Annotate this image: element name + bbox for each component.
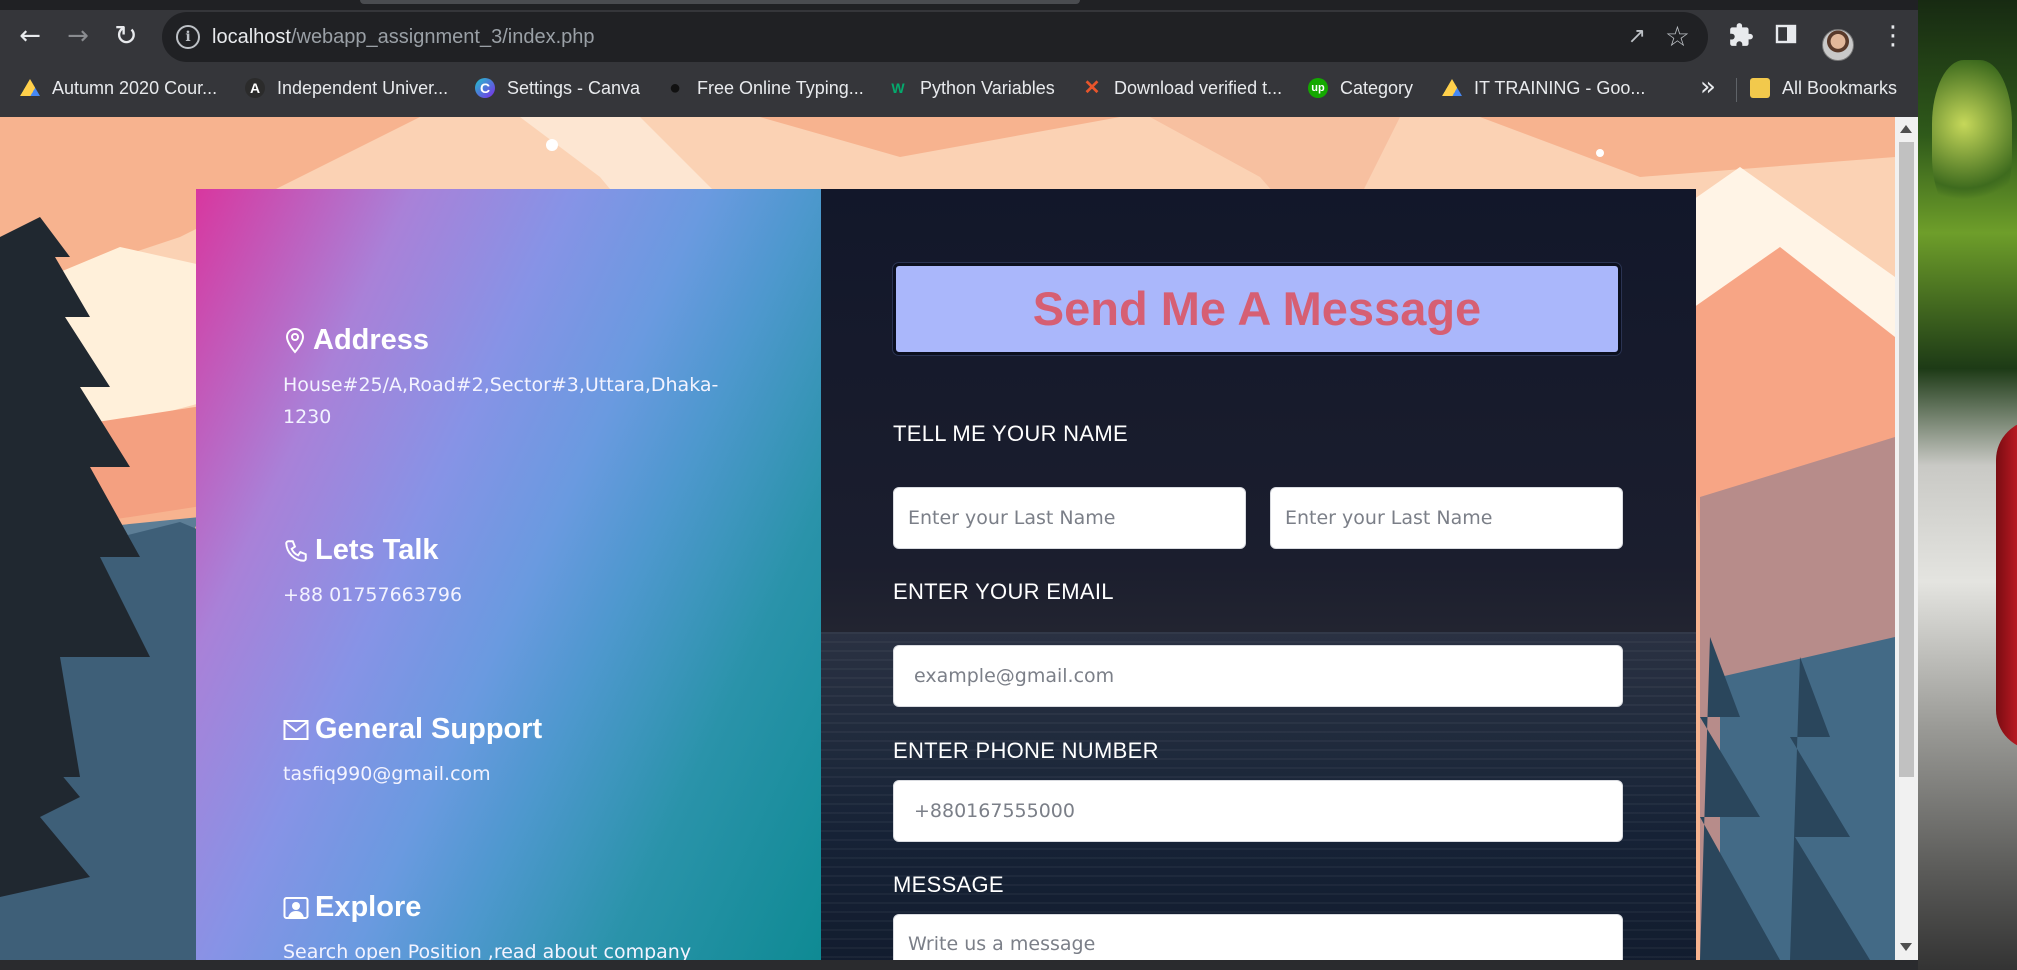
bookmark-item[interactable]: C Settings - Canva [475, 68, 640, 108]
canva-icon: C [475, 78, 495, 98]
message-textarea[interactable]: Write us a message [893, 914, 1623, 960]
menu-kebab-icon[interactable]: ⋮ [1880, 22, 1906, 50]
bookmarks-bar: Autumn 2020 Cour... A Independent Univer… [0, 68, 1918, 108]
paw-icon: ● [665, 78, 685, 98]
bookmark-label: IT TRAINING - Goo... [1474, 77, 1646, 98]
browser-toolbar: ← → ↻ i localhost/webapp_assignment_3/in… [0, 10, 1918, 62]
bookmark-label: Autumn 2020 Cour... [52, 77, 218, 98]
email-input[interactable]: example@gmail.com [893, 645, 1623, 707]
profile-avatar[interactable] [1822, 29, 1854, 61]
bookmark-item[interactable]: ✕ Download verified t... [1082, 68, 1282, 108]
person-card-icon [283, 896, 309, 919]
share-icon[interactable]: ↗ [1628, 24, 1646, 49]
talk-title: Lets Talk [315, 534, 439, 566]
bookmark-item[interactable]: A Independent Univer... [245, 68, 448, 108]
support-block: General Support tasfiq990@gmail.com [283, 713, 723, 790]
bookmark-item[interactable]: IT TRAINING - Goo... [1442, 68, 1645, 108]
first-name-input[interactable]: Enter your Last Name [893, 487, 1246, 549]
folder-icon [1750, 78, 1770, 98]
reload-icon[interactable]: ↻ [106, 16, 146, 56]
forward-arrow-icon[interactable]: → [58, 16, 98, 56]
scroll-up-arrow-icon[interactable] [1900, 125, 1912, 133]
w3schools-icon: W [891, 80, 905, 96]
active-tab-edge [360, 0, 1080, 4]
explore-text: Search open Position ,read about company [283, 941, 692, 960]
bookmark-label: Download verified t... [1114, 77, 1283, 98]
address-block: Address House#25/A,Road#2,Sector#3,Uttar… [283, 324, 723, 433]
scrollbar-thumb[interactable] [1899, 142, 1914, 777]
phone-input[interactable]: +880167555000 [893, 780, 1623, 842]
url-path: /webapp_assignment_3/index.php [290, 26, 595, 48]
taskbar-edge [0, 960, 2017, 970]
browser-chrome: ← → ↻ i localhost/webapp_assignment_3/in… [0, 0, 1918, 117]
explore-heading: Explore [283, 891, 803, 924]
form-panel-top [821, 189, 1696, 632]
side-panel-icon[interactable] [1774, 22, 1798, 52]
phone-icon [285, 539, 307, 562]
all-bookmarks-folder[interactable]: All Bookmarks [1750, 68, 1897, 108]
email-label: ENTER YOUR EMAIL [893, 579, 1114, 604]
explore-block: Explore Search open Position ,read about… [283, 891, 803, 960]
wallpaper-car [1996, 420, 2017, 750]
address-heading: Address [283, 324, 723, 357]
google-drive-icon [1442, 79, 1462, 96]
desktop-wallpaper [1918, 0, 2017, 970]
support-email-text: tasfiq990@gmail.com [283, 763, 491, 785]
upwork-icon: up [1308, 78, 1328, 98]
site-info-icon[interactable]: i [176, 25, 200, 49]
bookmark-item[interactable]: W Python Variables [888, 68, 1055, 108]
wallpaper-foliage [1932, 60, 2012, 220]
contact-info-panel: Address House#25/A,Road#2,Sector#3,Uttar… [196, 189, 821, 960]
message-label: MESSAGE [893, 872, 1004, 897]
more-bookmarks-chevron-icon[interactable]: » [1700, 72, 1716, 102]
bookmark-item[interactable]: ● Free Online Typing... [665, 68, 864, 108]
url-host: localhost [212, 26, 291, 48]
address-text: House#25/A,Road#2,Sector#3,Uttara,Dhaka-… [283, 374, 719, 428]
send-message-heading-button[interactable]: Send Me A Message [893, 263, 1621, 355]
bookmark-label: Settings - Canva [507, 77, 641, 98]
address-bar[interactable]: i localhost/webapp_assignment_3/index.ph… [162, 12, 1708, 62]
bookmark-label: Python Variables [920, 77, 1055, 98]
extensions-puzzle-icon[interactable] [1728, 22, 1754, 54]
back-arrow-icon[interactable]: ← [10, 16, 50, 56]
angular-icon: A [245, 78, 265, 98]
message-form-panel: Send Me A Message TELL ME YOUR NAME Ente… [821, 189, 1696, 960]
bookmark-item[interactable]: Autumn 2020 Cour... [20, 68, 217, 108]
map-pin-icon [285, 327, 305, 354]
bookmark-label: Category [1340, 77, 1414, 98]
address-title: Address [313, 324, 430, 356]
talk-heading: Lets Talk [283, 534, 723, 567]
talk-block: Lets Talk +88 01757663796 [283, 534, 723, 611]
phone-text: +88 01757663796 [283, 584, 463, 606]
bookmark-item[interactable]: up Category [1308, 68, 1413, 108]
url-text[interactable]: localhost/webapp_assignment_3/index.php [212, 12, 595, 62]
explore-title: Explore [315, 891, 422, 923]
page-viewport: Address House#25/A,Road#2,Sector#3,Uttar… [0, 117, 1895, 960]
last-name-input[interactable]: Enter your Last Name [1270, 487, 1623, 549]
envelope-icon [283, 719, 309, 740]
contact-card: Address House#25/A,Road#2,Sector#3,Uttar… [196, 189, 1696, 960]
all-bookmarks-label: All Bookmarks [1782, 77, 1898, 98]
phone-label: ENTER PHONE NUMBER [893, 738, 1159, 763]
support-title: General Support [315, 713, 543, 745]
bookmark-label: Independent Univer... [277, 77, 449, 98]
scroll-down-arrow-icon[interactable] [1900, 943, 1912, 951]
bookmark-star-icon[interactable]: ☆ [1665, 20, 1690, 53]
google-drive-icon [20, 79, 40, 96]
page-scrollbar[interactable] [1895, 117, 1918, 960]
bookmark-label: Free Online Typing... [697, 77, 864, 98]
name-label: TELL ME YOUR NAME [893, 421, 1128, 446]
support-heading: General Support [283, 713, 723, 746]
x-icon: ✕ [1083, 77, 1101, 99]
bookmarks-divider [1736, 78, 1737, 102]
